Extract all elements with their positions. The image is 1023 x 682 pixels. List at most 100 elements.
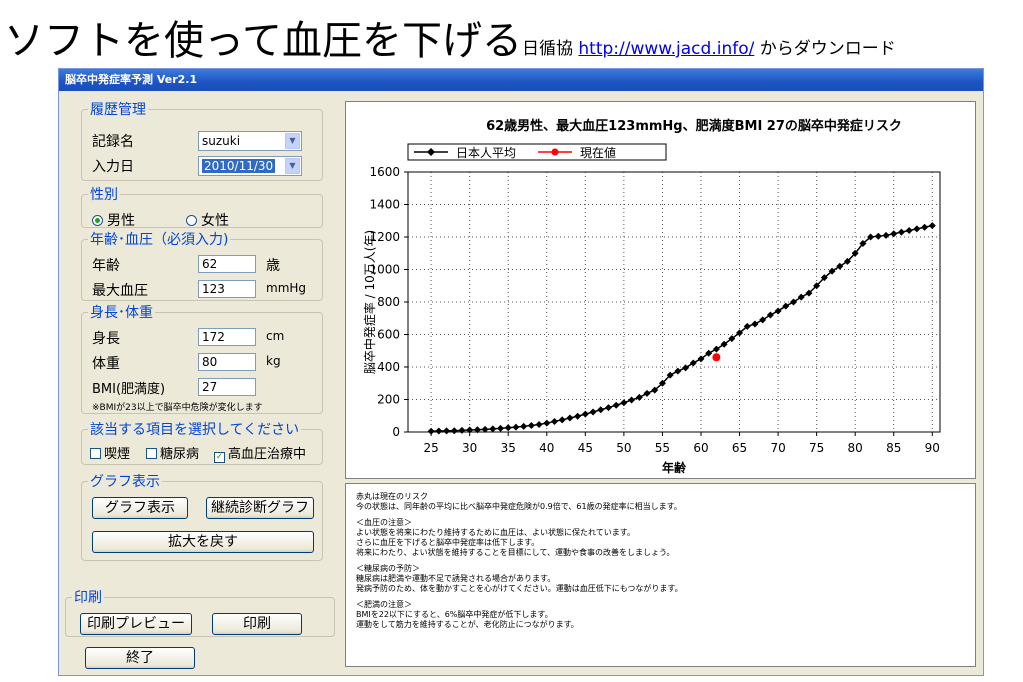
data-point: [435, 427, 443, 435]
print-button[interactable]: 印刷: [212, 613, 302, 635]
data-point: [797, 293, 805, 301]
y-tick-label: 1400: [369, 198, 400, 212]
sbp-input[interactable]: 123: [198, 280, 256, 298]
x-tick-label: 90: [925, 441, 940, 455]
headline-url-link[interactable]: http://www.jacd.info/: [578, 39, 754, 59]
x-axis-label: 年齢: [662, 460, 687, 475]
advice-bp: ＜血圧の注意＞ よい状態を将来にわたり維持するために血圧は、よい状態に保たれてい…: [356, 518, 975, 558]
data-point: [612, 401, 620, 409]
y-tick-label: 0: [392, 425, 400, 439]
input-panel: 履歴管理 記録名 suzuki ▼ 入力日 2010/11/30 ▼ 性別 男性…: [59, 91, 343, 675]
y-axis-label: 脳卒中発症率 / 10万人(年): [362, 230, 377, 374]
data-point: [766, 311, 774, 319]
conditions-group: 該当する項目を選択してください 喫煙 糖尿病 ✓ 高血圧治療中: [81, 419, 323, 465]
input-date-value: 2010/11/30: [202, 159, 276, 173]
input-date-select[interactable]: 2010/11/30 ▼: [198, 156, 302, 176]
record-name-value: suzuki: [202, 134, 241, 148]
advice-line: さらに血圧を下げると脳卒中発症率は低下します。: [356, 538, 540, 547]
sex-group: 性別 男性 女性: [81, 184, 323, 230]
chevron-down-icon[interactable]: ▼: [285, 133, 300, 149]
data-point: [443, 427, 451, 435]
show-graph-button[interactable]: グラフ表示: [92, 497, 188, 519]
sbp-label: 最大血圧: [92, 283, 148, 299]
x-tick-label: 60: [693, 441, 708, 455]
chevron-down-icon[interactable]: ▼: [285, 158, 300, 174]
smoking-checkbox[interactable]: 喫煙: [90, 443, 130, 462]
data-point: [589, 408, 597, 416]
data-point: [759, 316, 767, 324]
data-point: [427, 427, 435, 435]
advice-line: 発病予防のため、体を動かすことを心がけてください。運動は血圧低下にもつながります…: [356, 584, 683, 593]
app-window: 脳卒中発症率予測 Ver2.1 履歴管理 記録名 suzuki ▼ 入力日 20…: [58, 68, 984, 676]
data-point: [890, 230, 898, 238]
exit-button[interactable]: 終了: [85, 647, 195, 669]
legend-label: 日本人平均: [456, 146, 516, 160]
headline: ソフトを使って血圧を下げる日循協 http://www.jacd.info/ か…: [4, 8, 896, 64]
checkmark-icon[interactable]: ✓: [214, 452, 225, 463]
x-tick-label: 50: [616, 441, 631, 455]
window-title: 脳卒中発症率予測 Ver2.1: [59, 69, 983, 91]
advice-line: 将来にわたり、よい状態を維持することを目標にして、運動や食事の改善をしましょう。: [356, 548, 675, 557]
record-name-select[interactable]: suzuki ▼: [198, 131, 302, 151]
data-point: [689, 359, 697, 367]
bmi-note: ※BMIが23以上で脳卒中危険が変化します: [92, 403, 263, 413]
data-point: [620, 399, 628, 407]
age-unit: 歳: [266, 258, 280, 274]
print-preview-button[interactable]: 印刷プレビュー: [80, 613, 192, 635]
weight-label: 体重: [92, 356, 120, 372]
data-point: [574, 412, 582, 420]
sbp-unit: mmHg: [266, 281, 307, 295]
y-tick-label: 400: [377, 360, 400, 374]
smoking-label: 喫煙: [104, 447, 131, 462]
diabetes-checkbox[interactable]: 糖尿病: [146, 443, 199, 462]
chart-title: 62歳男性、最大血圧123mmHg、肥満度BMI 27の脳卒中発症リスク: [486, 118, 902, 134]
radio-unselected-icon[interactable]: [186, 215, 197, 226]
continuous-graph-button[interactable]: 継続診断グラフ: [206, 497, 314, 519]
advice-line: ＜肥満の注意＞: [356, 600, 412, 609]
graph-legend: グラフ表示: [90, 474, 160, 490]
data-point: [790, 298, 798, 306]
age-bp-group: 年齢･血圧（必須入力) 年齢 62 歳 最大血圧 123 mmHg: [81, 229, 323, 301]
risk-chart-svg: 62歳男性、最大血圧123mmHg、肥満度BMI 27の脳卒中発症リスク 0 200…: [362, 118, 941, 475]
legend-label: 現在値: [580, 145, 616, 160]
weight-input[interactable]: 80: [198, 353, 256, 371]
history-group: 履歴管理 記録名 suzuki ▼ 入力日 2010/11/30 ▼: [81, 99, 323, 181]
diabetes-label: 糖尿病: [160, 447, 200, 462]
y-tick-label: 600: [377, 328, 400, 342]
y-tick-label: 200: [377, 393, 400, 407]
data-point: [458, 426, 466, 434]
bmi-output: 27: [198, 378, 256, 396]
advice-line: 運動をして筋力を維持することが、老化防止につながります。: [356, 620, 579, 629]
data-point: [882, 231, 890, 239]
data-point: [497, 424, 505, 432]
data-point: [558, 416, 566, 424]
checkbox-unchecked-icon[interactable]: [146, 448, 157, 459]
data-point: [905, 227, 913, 234]
graph-group: グラフ表示 グラフ表示 継続診断グラフ 拡大を戻す: [81, 471, 323, 561]
age-input[interactable]: 62: [198, 255, 256, 273]
sex-male-radio[interactable]: 男性: [92, 210, 135, 230]
data-point: [597, 406, 605, 414]
radio-selected-icon[interactable]: [92, 215, 103, 226]
x-tick-label: 70: [770, 441, 785, 455]
headline-suffix: からダウンロード: [754, 39, 896, 59]
x-tick-label: 25: [423, 441, 438, 455]
x-tick-label: 75: [809, 441, 824, 455]
legend-marker: [551, 148, 559, 156]
restore-zoom-button[interactable]: 拡大を戻す: [92, 531, 314, 553]
body-group: 身長･体重 身長 172 cm 体重 80 kg BMI(肥満度) 27 ※BM…: [81, 302, 323, 414]
x-tick-label: 40: [539, 441, 554, 455]
data-point: [682, 364, 690, 372]
data-point: [836, 262, 844, 270]
data-point: [674, 367, 682, 375]
y-tick-label: 800: [377, 295, 400, 309]
sex-female-radio[interactable]: 女性: [186, 210, 229, 230]
height-input[interactable]: 172: [198, 328, 256, 346]
advice-line: 今の状態は、同年齢の平均に比べ脳卒中発症危険が0.9倍で、61歳の発症率に相当し…: [356, 502, 682, 511]
data-point: [489, 425, 497, 433]
checkbox-unchecked-icon[interactable]: [90, 448, 101, 459]
hypertension-label: 高血圧治療中: [228, 447, 307, 462]
risk-chart: 62歳男性、最大血圧123mmHg、肥満度BMI 27の脳卒中発症リスク 0 200…: [345, 101, 976, 479]
x-tick-label: 65: [732, 441, 747, 455]
hypertension-checkbox[interactable]: ✓ 高血圧治療中: [214, 443, 307, 463]
